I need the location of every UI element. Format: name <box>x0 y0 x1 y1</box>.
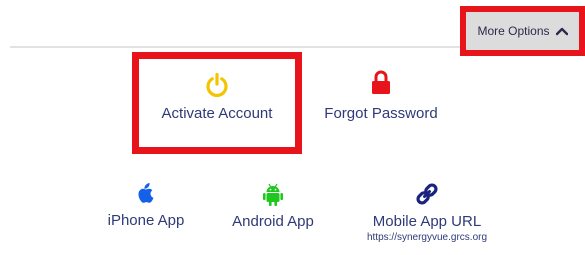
mobile-app-url-link[interactable]: Mobile App URL https://synergyvue.grcs.o… <box>347 182 507 243</box>
android-icon <box>263 183 283 206</box>
android-app-link[interactable]: Android App <box>213 183 333 230</box>
power-icon <box>206 72 228 97</box>
android-app-label: Android App <box>232 213 314 230</box>
chevron-up-icon <box>555 27 568 36</box>
apple-icon <box>138 183 154 203</box>
lock-icon <box>372 70 390 94</box>
mobile-app-url-label: Mobile App URL <box>372 213 482 230</box>
activate-account-link[interactable]: Activate Account <box>147 72 287 122</box>
activate-account-label: Activate Account <box>161 105 273 122</box>
mobile-app-url-text[interactable]: https://synergyvue.grcs.org <box>367 232 487 243</box>
more-options-label: More Options <box>477 24 550 38</box>
iphone-app-link[interactable]: iPhone App <box>86 182 206 229</box>
more-options-button[interactable]: More Options <box>466 12 579 50</box>
iphone-app-label: iPhone App <box>107 212 185 229</box>
forgot-password-label: Forgot Password <box>324 105 438 122</box>
forgot-password-link[interactable]: Forgot Password <box>311 69 451 122</box>
link-icon <box>416 183 438 205</box>
